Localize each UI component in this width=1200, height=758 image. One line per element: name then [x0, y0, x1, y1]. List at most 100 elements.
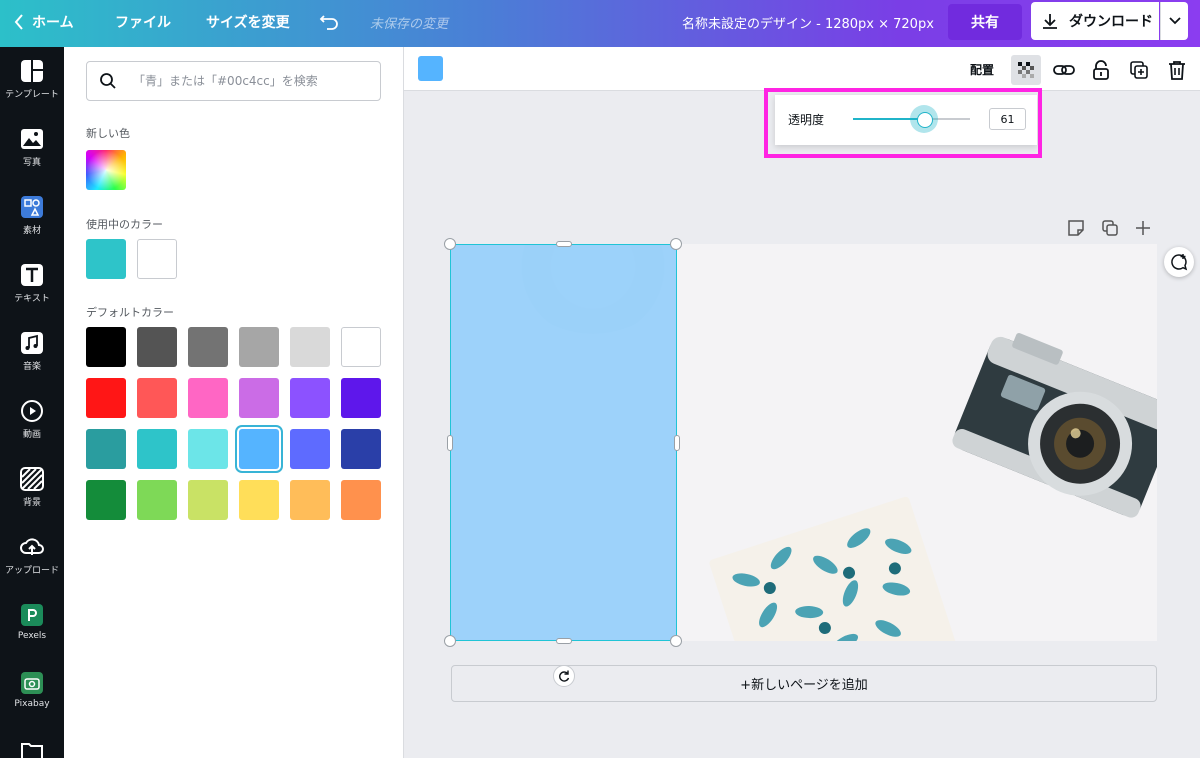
folder-icon [20, 739, 44, 758]
add-comment-button[interactable] [1164, 247, 1194, 277]
color-swatch[interactable] [239, 480, 279, 520]
color-swatch[interactable] [86, 239, 126, 279]
sidebar-item-label: 素材 [22, 226, 41, 236]
color-search-box [86, 61, 381, 101]
highlight-box [764, 88, 1042, 158]
transparency-button[interactable] [1011, 55, 1041, 85]
background-icon [20, 467, 44, 491]
add-page-icon-button[interactable] [1134, 219, 1152, 237]
color-swatch[interactable] [341, 429, 381, 469]
copy-icon [1102, 220, 1118, 236]
link-button[interactable] [1049, 55, 1079, 85]
color-swatch[interactable] [188, 480, 228, 520]
rotate-handle[interactable] [553, 665, 575, 687]
color-swatch[interactable] [137, 429, 177, 469]
color-swatch[interactable] [86, 429, 126, 469]
download-label: ダウンロード [1069, 14, 1153, 30]
color-swatch[interactable] [86, 327, 126, 367]
color-search-input[interactable] [133, 62, 373, 100]
color-swatch[interactable] [290, 429, 330, 469]
undo-icon[interactable] [318, 10, 342, 34]
color-swatch[interactable] [239, 327, 279, 367]
color-swatch[interactable] [137, 327, 177, 367]
color-swatch[interactable] [86, 480, 126, 520]
sidebar-item-label: 背景 [22, 498, 41, 508]
sidebar-item-background[interactable]: 背景 [0, 455, 64, 519]
design-title[interactable]: 名称未設定のデザイン - 1280px × 720px [682, 13, 934, 32]
chevron-left-icon [14, 14, 23, 30]
transparency-icon [1018, 62, 1034, 78]
duplicate-page-button[interactable] [1101, 219, 1119, 237]
sidebar-item-uploads[interactable]: アップロード [0, 523, 64, 587]
file-menu[interactable]: ファイル [115, 12, 171, 32]
selected-blue-rectangle[interactable] [450, 244, 677, 641]
color-picker-button[interactable] [418, 56, 443, 81]
home-button[interactable]: ホーム [14, 12, 74, 32]
template-icon [20, 59, 44, 83]
color-swatch[interactable] [290, 480, 330, 520]
download-button[interactable]: ダウンロード [1031, 2, 1159, 40]
color-swatch[interactable] [137, 239, 177, 279]
top-bar: ホーム ファイル サイズを変更 未保存の変更 名称未設定のデザイン - 1280… [0, 0, 1200, 47]
duplicate-button[interactable] [1124, 55, 1154, 85]
duplicate-icon [1130, 61, 1148, 79]
delete-button[interactable] [1162, 55, 1192, 85]
arrange-button[interactable]: 配置 [970, 61, 994, 78]
color-swatch[interactable] [86, 378, 126, 418]
elements-icon [20, 195, 44, 219]
color-swatch[interactable] [341, 327, 381, 367]
resize-handle-top-left[interactable] [444, 238, 456, 250]
unsaved-status: 未保存の変更 [370, 17, 449, 32]
sidebar-item-label: Pixabay [14, 699, 50, 709]
download-icon [1043, 14, 1057, 29]
sidebar-item-photos[interactable]: 写真 [0, 115, 64, 179]
video-icon [20, 399, 44, 423]
upload-icon [20, 535, 44, 559]
sidebar-item-label: 音楽 [22, 362, 41, 372]
lock-button[interactable] [1086, 55, 1116, 85]
sidebar-item-folders[interactable] [0, 727, 64, 758]
color-swatch[interactable] [137, 480, 177, 520]
sidebar-item-text[interactable]: テキスト [0, 251, 64, 315]
add-new-color-button[interactable] [86, 150, 126, 190]
camera-image [952, 332, 1157, 518]
color-swatch[interactable] [188, 327, 228, 367]
resize-handle-left[interactable] [447, 435, 453, 451]
page-notes-button[interactable] [1067, 219, 1085, 237]
color-swatch[interactable] [290, 327, 330, 367]
resize-handle-top-right[interactable] [670, 238, 682, 250]
color-swatch[interactable] [341, 378, 381, 418]
color-swatch[interactable] [188, 378, 228, 418]
color-swatch[interactable] [239, 378, 279, 418]
plus-icon [1136, 221, 1150, 235]
resize-handle-bottom-right[interactable] [670, 635, 682, 647]
color-swatch[interactable] [188, 429, 228, 469]
sidebar-item-pixabay[interactable]: Pixabay [0, 659, 64, 723]
default-colors-heading: デフォルトカラー [86, 306, 174, 319]
resize-handle-top[interactable] [556, 241, 572, 247]
resize-handle-bottom-left[interactable] [444, 635, 456, 647]
color-panel: 新しい色 使用中のカラー デフォルトカラー [64, 47, 404, 758]
download-options-button[interactable] [1160, 2, 1188, 40]
sidebar-item-label: 動画 [22, 430, 41, 440]
sidebar-item-templates[interactable]: テンプレート [0, 47, 64, 111]
resize-button[interactable]: サイズを変更 [206, 12, 290, 32]
sidebar-item-elements[interactable]: 素材 [0, 183, 64, 247]
sidebar-item-music[interactable]: 音楽 [0, 319, 64, 383]
floral-notebook-image [709, 496, 960, 641]
photo-icon [20, 127, 44, 151]
chevron-down-icon [1168, 17, 1181, 25]
color-swatch[interactable] [290, 378, 330, 418]
color-swatch[interactable] [137, 378, 177, 418]
resize-handle-right[interactable] [674, 435, 680, 451]
sidebar-item-video[interactable]: 動画 [0, 387, 64, 451]
link-icon [1053, 65, 1075, 75]
color-swatch[interactable] [239, 429, 279, 469]
trash-icon [1169, 61, 1185, 80]
pexels-icon [20, 603, 44, 627]
resize-handle-bottom[interactable] [556, 638, 572, 644]
sidebar-item-label: アップロード [4, 566, 59, 576]
share-button[interactable]: 共有 [948, 4, 1022, 40]
sidebar-item-pexels[interactable]: Pexels [0, 591, 64, 655]
color-swatch[interactable] [341, 480, 381, 520]
